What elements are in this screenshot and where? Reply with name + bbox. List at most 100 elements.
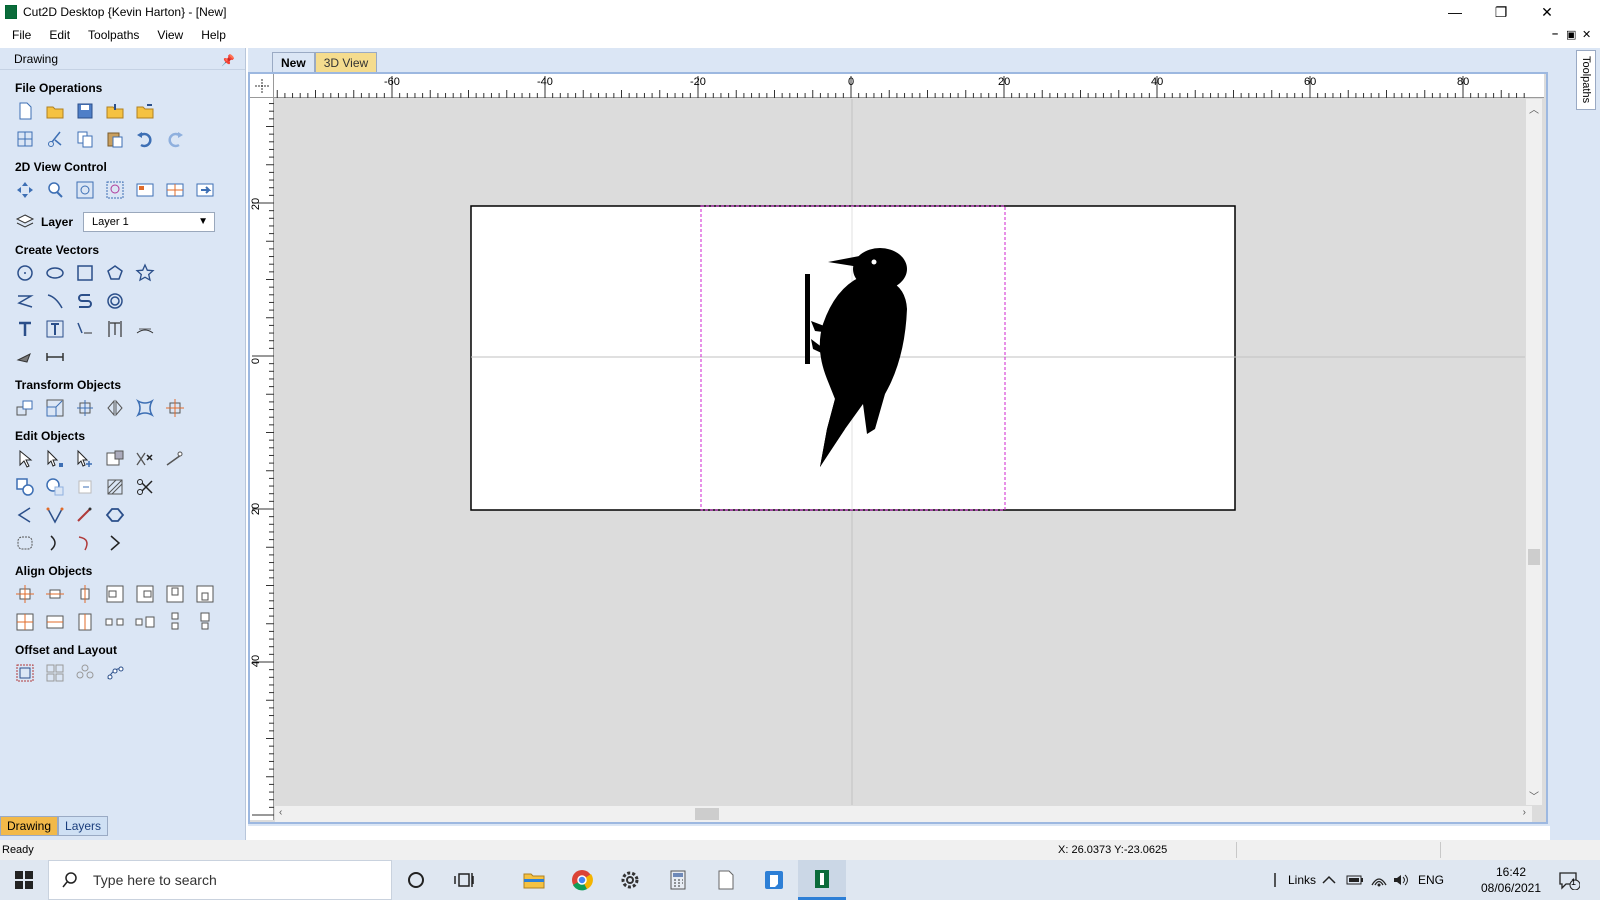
align-center-icon[interactable] [165, 398, 185, 418]
grid-icon[interactable] [165, 180, 185, 200]
menu-view[interactable]: View [151, 28, 189, 42]
restore-button[interactable]: ❐ [1478, 0, 1524, 24]
align-top-icon[interactable] [165, 584, 185, 604]
space-h-icon[interactable] [105, 612, 125, 632]
minimize-button[interactable]: — [1432, 0, 1478, 24]
pan-icon[interactable] [15, 180, 35, 200]
ruler-corner-icon[interactable] [250, 74, 274, 98]
align-bottom-icon[interactable] [195, 584, 215, 604]
copy-icon[interactable] [75, 129, 95, 149]
node-edit-icon[interactable] [45, 449, 65, 469]
align-v-center-icon[interactable] [75, 584, 95, 604]
new-file-icon[interactable] [15, 101, 35, 121]
tab-new[interactable]: New [272, 52, 315, 72]
scissors-icon[interactable] [135, 477, 155, 497]
sticky-notes-icon[interactable] [750, 860, 798, 900]
draw-tool-icon[interactable] [15, 347, 35, 367]
menu-help[interactable]: Help [195, 28, 232, 42]
copy-along-vector-icon[interactable] [105, 663, 125, 683]
links-toolbar[interactable]: Links [1288, 860, 1316, 900]
wifi-icon[interactable] [1370, 860, 1388, 900]
job-setup-icon[interactable] [15, 129, 35, 149]
distort-icon[interactable] [135, 398, 155, 418]
notepad-icon[interactable] [702, 860, 750, 900]
snap-icon[interactable] [195, 180, 215, 200]
paste-icon[interactable] [105, 129, 125, 149]
scroll-right-icon[interactable]: › [1523, 807, 1526, 818]
menu-file[interactable]: File [6, 28, 37, 42]
zoom-extents-icon[interactable] [75, 180, 95, 200]
open-file-icon[interactable] [45, 101, 65, 121]
import-icon[interactable] [105, 101, 125, 121]
v-center-material-icon[interactable] [75, 612, 95, 632]
scroll-up-icon[interactable]: ︿ [1529, 101, 1539, 116]
export-icon[interactable] [135, 101, 155, 121]
chrome-icon[interactable] [558, 860, 606, 900]
pin-icon[interactable]: 📌 [221, 50, 235, 72]
tab-toolpaths[interactable]: Toolpaths [1576, 50, 1596, 110]
scroll-left-icon[interactable]: ‹ [279, 807, 282, 818]
file-explorer-icon[interactable] [510, 860, 558, 900]
circular-array-icon[interactable] [75, 663, 95, 683]
horizontal-scrollbar[interactable]: ‹ › [275, 806, 1532, 822]
scroll-down-icon[interactable]: ﹀ [1529, 788, 1539, 803]
mdi-minimize-button[interactable]: – [1552, 28, 1558, 40]
layer-dropdown[interactable]: Layer 1 ▼ [83, 212, 216, 232]
transform-mode-icon[interactable] [75, 449, 95, 469]
polyline-icon[interactable] [15, 291, 35, 311]
text-on-curve-icon[interactable] [75, 319, 95, 339]
zoom-selection-icon[interactable] [105, 180, 125, 200]
mdi-restore-button[interactable]: ▣ [1566, 28, 1576, 41]
star-icon[interactable] [135, 263, 155, 283]
taskbar-search[interactable]: Type here to search [48, 860, 392, 900]
center-in-material-icon[interactable] [15, 612, 35, 632]
intersect-icon[interactable] [75, 477, 95, 497]
offset-icon[interactable] [15, 663, 35, 683]
ellipse-icon[interactable] [45, 263, 65, 283]
tab-drawing[interactable]: Drawing [0, 816, 59, 836]
curve-icon[interactable] [45, 291, 65, 311]
mdi-close-button[interactable]: ✕ [1582, 28, 1591, 41]
windows-start-icon[interactable] [0, 860, 48, 900]
arc-edit-icon[interactable] [75, 533, 95, 553]
close-vector-icon[interactable] [15, 505, 35, 525]
tab-layers[interactable]: Layers [58, 816, 109, 836]
circle-icon[interactable] [15, 263, 35, 283]
vertical-scroll-thumb[interactable] [1528, 549, 1540, 565]
battery-icon[interactable] [1346, 860, 1364, 900]
zoom-icon[interactable] [45, 180, 65, 200]
polygon-icon[interactable] [105, 263, 125, 283]
settings-gear-icon[interactable] [606, 860, 654, 900]
auto-text-icon[interactable] [45, 319, 65, 339]
align-h-center-icon[interactable] [45, 584, 65, 604]
text-icon[interactable] [15, 319, 35, 339]
curve-fit-icon[interactable] [75, 505, 95, 525]
rectangle-icon[interactable] [75, 263, 95, 283]
join-vector-icon[interactable] [45, 505, 65, 525]
view-options-icon[interactable] [135, 180, 155, 200]
weld-icon[interactable] [15, 477, 35, 497]
scale-icon[interactable] [45, 398, 65, 418]
h-center-material-icon[interactable] [45, 612, 65, 632]
tray-chevron-up-icon[interactable] [1322, 860, 1336, 900]
fillet-icon[interactable] [165, 449, 185, 469]
move-icon[interactable] [15, 398, 35, 418]
cut-icon[interactable] [45, 129, 65, 149]
cortana-icon[interactable] [392, 860, 440, 900]
tab-3d-view[interactable]: 3D View [314, 52, 378, 72]
hatch-icon[interactable] [105, 477, 125, 497]
menu-edit[interactable]: Edit [43, 28, 76, 42]
drawing-canvas[interactable] [275, 99, 1532, 805]
input-language[interactable]: ENG [1418, 860, 1444, 900]
space-equal-icon[interactable] [135, 612, 155, 632]
rotate-icon[interactable] [75, 398, 95, 418]
align-right-icon[interactable] [135, 584, 155, 604]
close-button[interactable]: ✕ [1524, 0, 1570, 24]
offset-vector-icon[interactable] [105, 505, 125, 525]
text-arc-icon[interactable] [135, 319, 155, 339]
horizontal-scroll-thumb[interactable] [695, 808, 719, 820]
mirror-icon[interactable] [105, 398, 125, 418]
dimension-icon[interactable] [45, 347, 65, 367]
text-box-icon[interactable] [105, 319, 125, 339]
spiral-s-icon[interactable] [75, 291, 95, 311]
